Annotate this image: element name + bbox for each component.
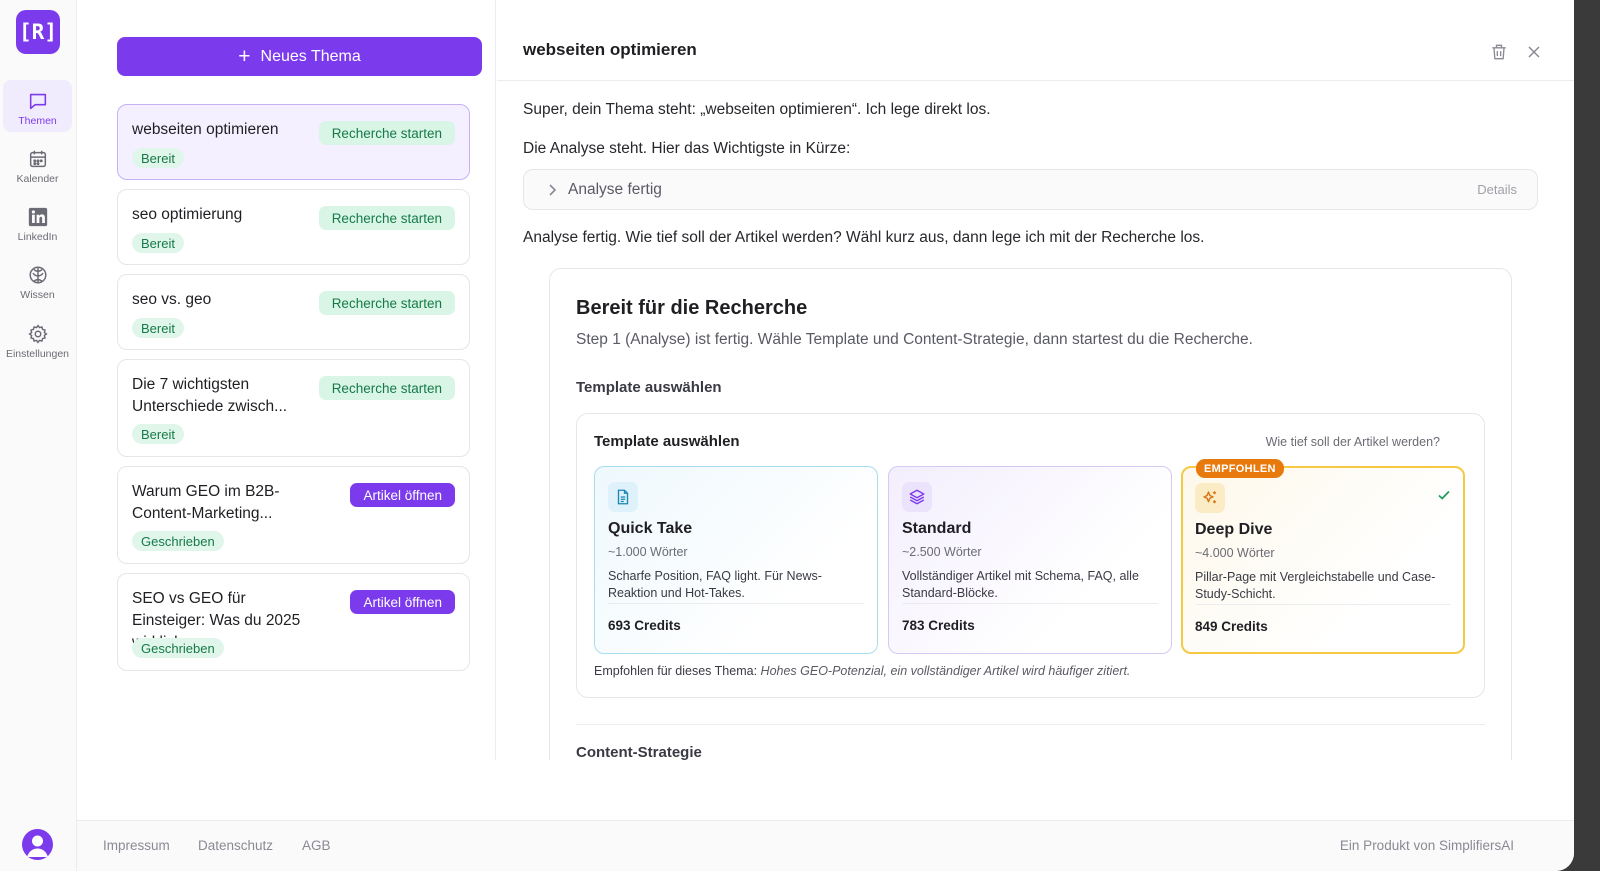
template-name: Quick Take (608, 520, 693, 537)
nav-label: Kalender (16, 173, 59, 185)
page-title: webseiten optimieren (523, 40, 697, 59)
status-badge: Bereit (132, 424, 184, 444)
topic-title: seo vs. geo (132, 291, 212, 308)
template-selector-hint: Wie tief soll der Artikel werden? (1265, 435, 1440, 449)
new-topic-button[interactable]: + Neues Thema (117, 37, 482, 76)
template-words: ~4.000 Wörter (1195, 546, 1275, 560)
template-selector-title: Template auswählen (594, 433, 740, 450)
close-icon (1528, 46, 1540, 58)
topic-card[interactable]: Die 7 wichtigsten Unterschiede zwisch...… (117, 359, 470, 457)
recommendation-label: Empfohlen für dieses Thema: (594, 664, 758, 678)
document-icon (608, 482, 638, 512)
open-article-button[interactable]: Artikel öffnen (350, 590, 455, 614)
topic-card[interactable]: SEO vs GEO für Einsteiger: Was du 2025 w… (117, 573, 470, 671)
template-words: ~2.500 Wörter (902, 545, 982, 559)
nav-item-einstellungen[interactable]: Einstellungen (3, 313, 72, 365)
check-icon (1438, 490, 1450, 500)
sparkles-icon (1195, 483, 1225, 513)
section-heading: Template auswählen (576, 379, 722, 396)
status-badge: Geschrieben (132, 531, 224, 551)
status-badge: Bereit (132, 148, 184, 168)
status-badge: Bereit (132, 318, 184, 338)
template-name: Deep Dive (1195, 521, 1273, 538)
footer-link-datenschutz[interactable]: Datenschutz (198, 838, 273, 853)
linkedin-icon (28, 207, 47, 227)
template-description: Vollständiger Artikel mit Schema, FAQ, a… (902, 569, 1139, 600)
nav-item-linkedin[interactable]: LinkedIn (3, 196, 72, 248)
template-credits: 783 Credits (902, 618, 975, 633)
topic-title: webseiten optimieren (132, 121, 279, 138)
chat-message: Die Analyse steht. Hier das Wichtigste i… (523, 140, 851, 157)
topic-title: seo optimierung (132, 206, 243, 223)
analysis-accordion[interactable]: Analyse fertig Details (523, 169, 1538, 210)
nav-item-themen[interactable]: Themen (3, 80, 72, 132)
recommendation-text: Hohes GEO-Potenzial, ein vollständiger A… (760, 664, 1131, 678)
plus-icon: + (238, 45, 251, 68)
nav-rail: [R] Themen Kalender LinkedIn Wissen Eins… (0, 0, 77, 871)
user-avatar[interactable] (22, 829, 53, 860)
footer-link-impressum[interactable]: Impressum (103, 838, 170, 853)
strategy-heading-clip: Content-Strategie (576, 738, 876, 760)
open-article-button[interactable]: Artikel öffnen (350, 483, 455, 507)
divider (1196, 604, 1450, 605)
divider (902, 603, 1158, 604)
new-topic-label: Neues Thema (260, 47, 361, 65)
divider (608, 603, 864, 604)
template-option-quick-take[interactable]: Quick Take ~1.000 Wörter Scharfe Positio… (594, 466, 878, 654)
topic-card[interactable]: seo optimierung Recherche starten Bereit (117, 189, 470, 265)
template-credits: 849 Credits (1195, 619, 1268, 634)
gear-icon (27, 324, 48, 344)
footer-credit: Ein Produkt von SimplifiersAI (1339, 838, 1514, 853)
template-description: Scharfe Position, FAQ light. Für News-Re… (608, 569, 822, 600)
brain-icon (28, 266, 47, 284)
topic-card[interactable]: webseiten optimieren Recherche starten B… (117, 104, 470, 180)
start-research-button[interactable]: Recherche starten (318, 376, 455, 400)
template-option-deep-dive[interactable]: Deep Dive ~4.000 Wörter Pillar-Page mit … (1181, 466, 1465, 654)
nav-item-wissen[interactable]: Wissen (3, 254, 72, 306)
chat-message: Super, dein Thema steht: „webseiten opti… (523, 101, 991, 118)
nav-item-kalender[interactable]: Kalender (3, 138, 72, 190)
topic-title: Die 7 wichtigsten Unterschiede zwisch... (132, 376, 288, 415)
template-words: ~1.000 Wörter (608, 545, 688, 559)
app-window: [R] Themen Kalender LinkedIn Wissen Eins… (0, 0, 1574, 871)
calendar-icon (29, 150, 46, 168)
recommendation-note: Empfohlen für dieses Thema: Hohes GEO-Po… (594, 664, 1130, 678)
nav-label: Wissen (20, 289, 55, 301)
close-button[interactable] (1524, 42, 1546, 64)
details-link[interactable]: Details (1477, 182, 1517, 197)
recommended-badge: EMPFOHLEN (1196, 459, 1284, 478)
nav-label: Einstellungen (5, 348, 70, 360)
user-icon (27, 835, 48, 857)
status-badge: Bereit (132, 233, 184, 253)
start-research-button[interactable]: Recherche starten (318, 121, 455, 145)
chevron-right-icon (549, 184, 557, 196)
nav-label: LinkedIn (17, 231, 58, 243)
topic-title: Warum GEO im B2B-Content-Marketing... (132, 483, 280, 522)
template-description: Pillar-Page mit Vergleichstabelle und Ca… (1195, 570, 1436, 601)
chat-icon (29, 93, 46, 110)
topic-card[interactable]: Warum GEO im B2B-Content-Marketing... Ar… (117, 466, 470, 564)
card-title: Bereit für die Recherche (576, 297, 808, 319)
app-logo[interactable]: [R] (16, 10, 60, 54)
start-research-button[interactable]: Recherche starten (318, 206, 455, 230)
status-badge: Geschrieben (132, 638, 224, 658)
template-credits: 693 Credits (608, 618, 681, 633)
chat-message: Analyse fertig. Wie tief soll der Artike… (523, 229, 1205, 246)
nav-label: Themen (18, 115, 57, 127)
footer-link-agb[interactable]: AGB (302, 838, 331, 853)
start-research-button[interactable]: Recherche starten (318, 291, 455, 315)
template-option-standard[interactable]: Standard ~2.500 Wörter Vollständiger Art… (888, 466, 1172, 654)
section-divider (576, 724, 1485, 725)
topic-card[interactable]: seo vs. geo Recherche starten Bereit (117, 274, 470, 350)
delete-button[interactable] (1489, 42, 1511, 64)
trash-icon (1492, 44, 1506, 60)
template-name: Standard (902, 520, 972, 537)
layers-icon (902, 482, 932, 512)
analysis-label: Analyse fertig (568, 181, 662, 198)
card-subtitle: Step 1 (Analyse) ist fertig. Wähle Templ… (576, 331, 1253, 348)
section-heading: Content-Strategie (576, 744, 702, 760)
